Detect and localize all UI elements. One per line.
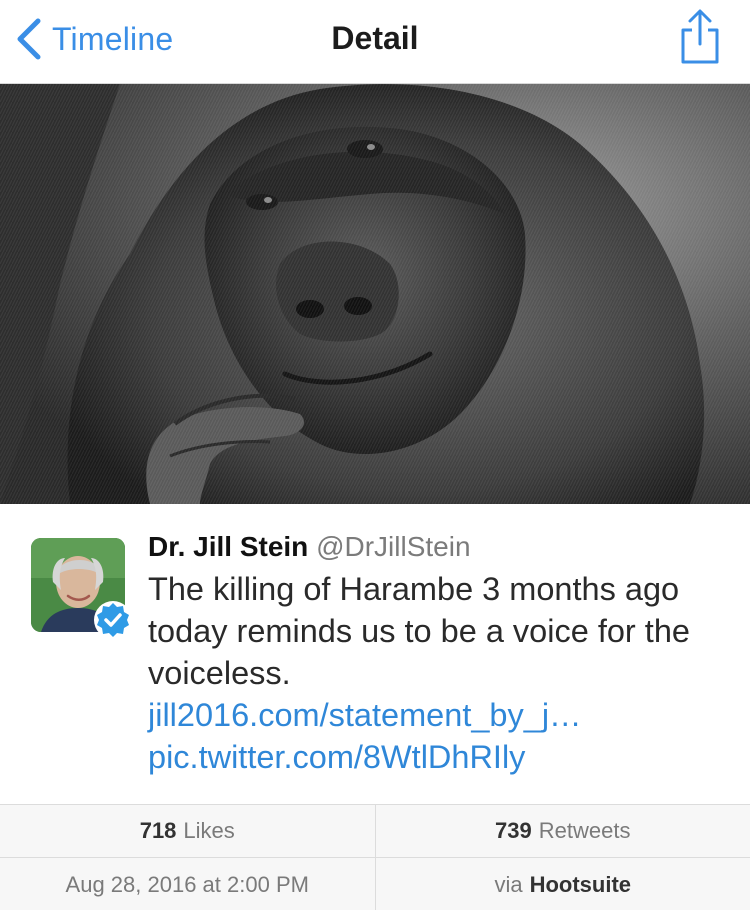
verified-badge-icon (94, 601, 132, 639)
share-icon (681, 9, 719, 64)
likes-count: 718 (139, 818, 177, 843)
tweet-text: The killing of Harambe 3 months ago toda… (148, 571, 690, 691)
gorilla-photo (0, 84, 750, 504)
tweet: Dr. Jill Stein @DrJillStein The killing … (0, 504, 750, 804)
tweet-link-statement[interactable]: jill2016.com/statement_by_j… (148, 694, 738, 736)
page-title: Detail (331, 20, 419, 56)
navigation-bar: Timeline Detail (0, 0, 750, 84)
via-prefix: via (494, 871, 523, 897)
retweets-label: Retweets (538, 818, 631, 843)
retweets-stat[interactable]: 739 Retweets (374, 805, 750, 857)
tweet-body: Dr. Jill Stein @DrJillStein The killing … (148, 530, 738, 778)
tweet-link-pic[interactable]: pic.twitter.com/8WtlDhRIly (148, 736, 738, 778)
share-button[interactable] (678, 8, 722, 66)
author-line: Dr. Jill Stein @DrJillStein (148, 530, 738, 564)
tweet-media-image[interactable] (0, 84, 750, 504)
likes-stat[interactable]: 718 Likes (0, 805, 375, 857)
tweet-timestamp: Aug 28, 2016 at 2:00 PM (65, 871, 309, 897)
retweets-count: 739 (495, 818, 532, 843)
stats-meta-row: Aug 28, 2016 at 2:00 PM via Hootsuite (0, 858, 750, 910)
likes-label: Likes (183, 818, 235, 843)
author-name[interactable]: Dr. Jill Stein (148, 531, 308, 562)
tweet-stats: 718 Likes 739 Retweets Aug 28, 2016 at 2… (0, 804, 750, 910)
author-handle[interactable]: @DrJillStein (316, 531, 470, 562)
via-source: Hootsuite (529, 871, 632, 897)
tweet-source[interactable]: via Hootsuite (374, 858, 750, 910)
stats-counts-row: 718 Likes 739 Retweets (0, 805, 750, 858)
